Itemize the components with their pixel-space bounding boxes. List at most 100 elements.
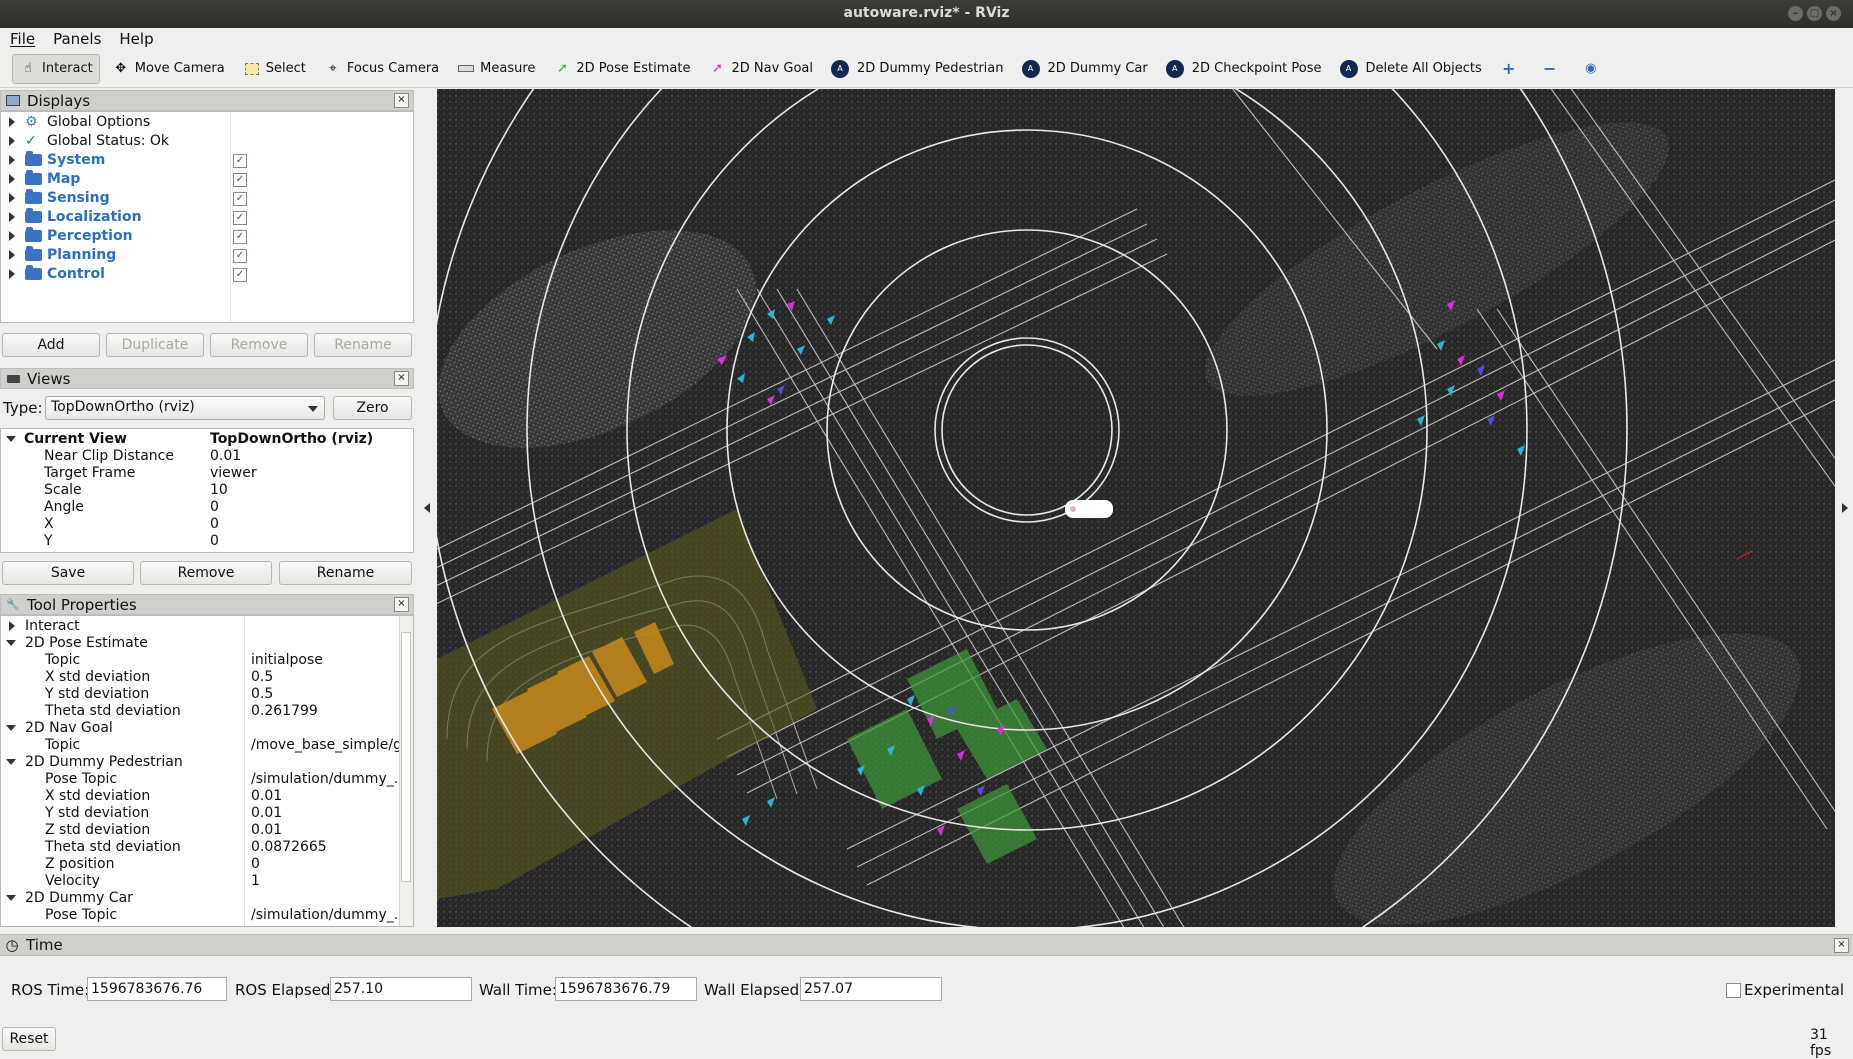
save-view-button[interactable]: Save — [2, 561, 134, 585]
enabled-checkbox[interactable]: ✓ — [233, 249, 247, 263]
expand-arrow-icon[interactable] — [9, 193, 15, 203]
experimental-checkbox[interactable] — [1726, 983, 1741, 998]
scrollbar[interactable] — [399, 616, 413, 926]
move-camera-tool-button[interactable]: ✥ Move Camera — [106, 54, 231, 84]
enabled-checkbox[interactable]: ✓ — [233, 192, 247, 206]
remove-view-button[interactable]: Remove — [140, 561, 272, 585]
display-item-perception[interactable]: Perception ✓ — [1, 227, 411, 246]
focus-camera-tool-button[interactable]: ⌖ Focus Camera — [318, 54, 445, 84]
minus-icon: − — [1543, 59, 1557, 78]
close-icon[interactable]: × — [394, 371, 409, 386]
zero-view-button[interactable]: Zero — [333, 396, 412, 420]
collapse-left-icon[interactable] — [424, 503, 430, 513]
enabled-checkbox[interactable]: ✓ — [233, 211, 247, 225]
tool-properties-tree: Interact 2D Pose Estimate Topic initialpose… — [0, 615, 414, 927]
view-property-row[interactable]: Y 0 — [1, 532, 411, 551]
folder-icon — [25, 208, 42, 223]
interact-tool-button[interactable]: ☝ Interact — [12, 53, 100, 84]
display-item-localization[interactable]: Localization ✓ — [1, 208, 411, 227]
collapse-arrow-icon[interactable] — [6, 640, 16, 646]
close-icon[interactable]: × — [1826, 6, 1841, 21]
measure-tool-button[interactable]: Measure — [451, 54, 541, 84]
expand-arrow-icon[interactable] — [9, 269, 15, 279]
menu-file[interactable]: File — [0, 28, 43, 50]
collapse-arrow-icon[interactable] — [6, 759, 16, 765]
close-icon[interactable]: × — [394, 93, 409, 108]
monitor-icon — [5, 94, 21, 108]
expand-arrow-icon[interactable] — [9, 621, 15, 631]
autoware-icon: A — [1165, 59, 1184, 78]
fps-label: 31 fps — [1810, 1027, 1832, 1059]
chevron-down-icon — [308, 406, 318, 412]
rename-view-button[interactable]: Rename — [279, 561, 412, 585]
enabled-checkbox[interactable]: ✓ — [233, 230, 247, 244]
add-tool-button[interactable]: + — [1494, 54, 1529, 84]
wall-time-field[interactable]: 1596783676.79 — [555, 977, 697, 1001]
select-tool-button[interactable]: Select — [237, 54, 312, 84]
experimental-label: Experimental — [1744, 981, 1845, 999]
display-item-global-options[interactable]: ⚙ Global Options — [1, 113, 411, 132]
collapse-right-icon[interactable] — [1842, 503, 1848, 513]
wall-elapsed-field[interactable]: 257.07 — [800, 977, 942, 1001]
reset-button[interactable]: Reset — [2, 1027, 56, 1051]
collapse-arrow-icon[interactable] — [6, 436, 16, 442]
close-icon[interactable]: × — [1834, 938, 1849, 953]
menu-panels[interactable]: Panels — [43, 28, 109, 50]
remove-tool-button[interactable]: − — [1535, 54, 1570, 84]
add-display-button[interactable]: Add — [2, 333, 100, 357]
display-item-control[interactable]: Control ✓ — [1, 265, 411, 284]
dummy-pedestrian-tool-button[interactable]: A 2D Dummy Pedestrian — [825, 54, 1009, 84]
nav-goal-tool-button[interactable]: ➚ 2D Nav Goal — [702, 54, 819, 84]
autoware-icon: A — [1339, 59, 1358, 78]
minimize-icon[interactable]: – — [1788, 6, 1803, 21]
display-item-planning[interactable]: Planning ✓ — [1, 246, 411, 265]
enabled-checkbox[interactable]: ✓ — [233, 173, 247, 187]
rename-display-button[interactable]: Rename — [314, 333, 412, 357]
wall-time-label: Wall Time: — [479, 981, 557, 999]
display-item-map[interactable]: Map ✓ — [1, 170, 411, 189]
expand-arrow-icon[interactable] — [9, 136, 15, 146]
render-viewport[interactable] — [437, 89, 1835, 927]
displays-tree: ⚙ Global Options ✓ Global Status: Ok Sys… — [0, 111, 414, 323]
enabled-checkbox[interactable]: ✓ — [233, 268, 247, 282]
dummy-car-tool-button[interactable]: A 2D Dummy Car — [1016, 54, 1154, 84]
magenta-arrow-icon: ➚ — [712, 61, 723, 76]
clock-icon: ◷ — [5, 936, 19, 954]
close-icon[interactable]: × — [394, 597, 409, 612]
ros-elapsed-label: ROS Elapsed: — [235, 981, 336, 999]
expand-arrow-icon[interactable] — [9, 250, 15, 260]
time-panel-header: ◷ Time × — [0, 934, 1853, 956]
expand-arrow-icon[interactable] — [9, 212, 15, 222]
checkpoint-pose-tool-button[interactable]: A 2D Checkpoint Pose — [1160, 54, 1328, 84]
expand-arrow-icon[interactable] — [9, 231, 15, 241]
expand-arrow-icon[interactable] — [9, 155, 15, 165]
collapse-arrow-icon[interactable] — [6, 895, 16, 901]
folder-icon — [25, 189, 42, 204]
ros-elapsed-field[interactable]: 257.10 — [330, 977, 472, 1001]
property-value: /simulation/dummy_... — [251, 907, 408, 923]
expand-arrow-icon[interactable] — [9, 117, 15, 127]
maximize-icon[interactable]: ▢ — [1807, 6, 1822, 21]
delete-all-objects-tool-button[interactable]: A Delete All Objects — [1334, 54, 1488, 84]
view-type-label: Type: — [3, 399, 43, 417]
enabled-checkbox[interactable]: ✓ — [233, 154, 247, 168]
focus-camera-icon: ⌖ — [329, 61, 337, 76]
display-item-sensing[interactable]: Sensing ✓ — [1, 189, 411, 208]
display-item-system[interactable]: System ✓ — [1, 151, 411, 170]
wall-elapsed-label: Wall Elapsed: — [704, 981, 805, 999]
collapse-arrow-icon[interactable] — [6, 725, 16, 731]
duplicate-display-button[interactable]: Duplicate — [106, 333, 204, 357]
ros-time-field[interactable]: 1596783676.76 — [87, 977, 227, 1001]
display-item-global-status[interactable]: ✓ Global Status: Ok — [1, 132, 411, 151]
pose-estimate-tool-button[interactable]: ➚ 2D Pose Estimate — [547, 54, 696, 84]
hand-icon: ☝ — [24, 61, 32, 76]
remove-display-button[interactable]: Remove — [210, 333, 308, 357]
gear-icon: ⚙ — [25, 114, 38, 130]
panel-visibility-button[interactable]: ◉ — [1576, 54, 1611, 84]
move-camera-icon: ✥ — [115, 61, 127, 76]
view-type-select[interactable]: TopDownOrtho (rviz) — [45, 396, 325, 420]
menu-help[interactable]: Help — [109, 28, 161, 50]
tool-property-row[interactable]: Pose Topic/simulation/dummy_... — [1, 906, 407, 925]
scrollbar-thumb[interactable] — [401, 632, 411, 882]
expand-arrow-icon[interactable] — [9, 174, 15, 184]
